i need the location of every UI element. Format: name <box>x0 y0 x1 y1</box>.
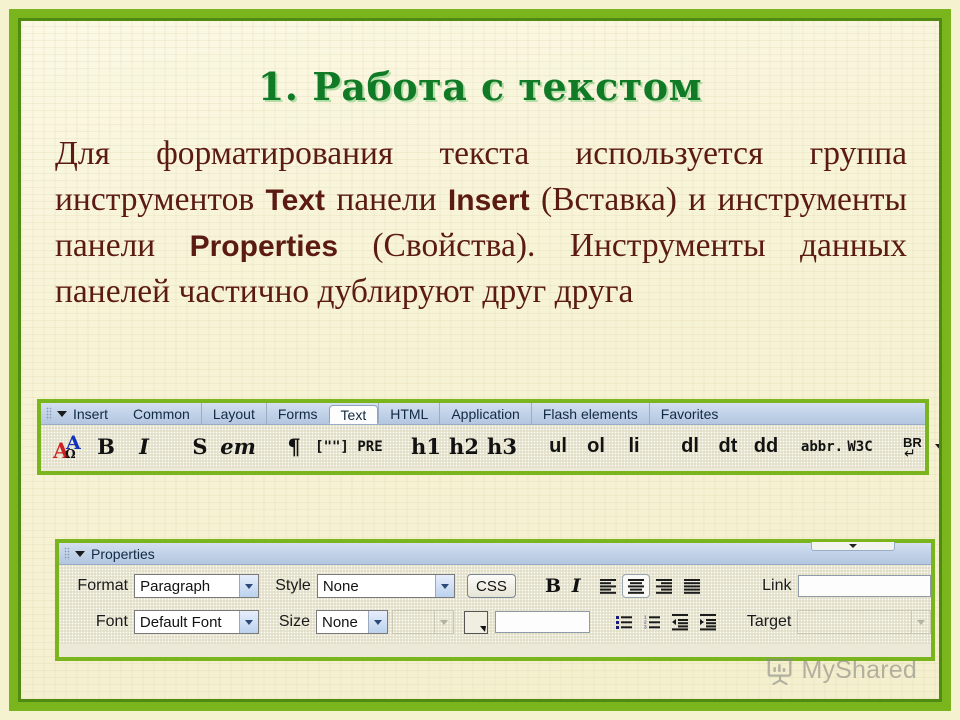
ordered-list-button[interactable]: ol <box>581 431 611 463</box>
blockquote-button[interactable]: [""] <box>315 431 349 463</box>
list-item-button[interactable]: li <box>619 431 649 463</box>
size-select-value: None <box>321 613 358 631</box>
size-select[interactable]: None <box>315 610 388 634</box>
style-label: Style <box>275 577 311 594</box>
chevron-down-icon[interactable] <box>910 611 930 633</box>
indent-icon[interactable] <box>694 610 722 634</box>
italic-button[interactable]: I <box>565 575 588 597</box>
body-segment-2: панели <box>324 180 448 218</box>
style-select[interactable]: None <box>316 574 456 598</box>
triangle-down-icon[interactable] <box>75 550 85 557</box>
align-justify-icon[interactable] <box>678 574 706 598</box>
term-properties: Properties <box>189 229 338 263</box>
preformatted-button[interactable]: PRE <box>355 431 385 463</box>
chevron-down-icon[interactable] <box>434 611 453 633</box>
definition-desc-button[interactable]: dd <box>751 431 781 463</box>
svg-text:3: 3 <box>644 624 647 629</box>
properties-panel-title: Properties <box>91 545 155 562</box>
font-label: Font <box>95 613 128 630</box>
unordered-list-icon[interactable] <box>610 610 638 634</box>
properties-row-format: Format Paragraph Style None CSS B I Link <box>59 572 932 600</box>
body-paragraph: Для форматирования текста используется г… <box>55 131 907 315</box>
text-color-input[interactable] <box>494 611 591 633</box>
format-label: Format <box>77 577 129 594</box>
triangle-down-icon[interactable] <box>57 410 67 417</box>
heading1-button[interactable]: h1 <box>411 431 441 463</box>
heading2-button[interactable]: h2 <box>449 431 479 463</box>
font-select-value: Default Font <box>139 613 222 631</box>
insert-panel: Insert Common Layout Forms Text HTML Applicat… <box>37 399 939 475</box>
insert-tab-layout[interactable]: Layout <box>200 403 266 424</box>
line-break-icon[interactable]: BR ↵ <box>901 431 939 463</box>
align-left-icon[interactable] <box>594 574 622 598</box>
ordered-list-icon[interactable]: 123 <box>638 610 666 634</box>
target-label: Target <box>746 613 792 630</box>
insert-panel-title: Insert <box>73 405 109 422</box>
insert-panel-titlebar[interactable]: Insert Common Layout Forms Text HTML Applicat… <box>41 403 925 425</box>
link-input[interactable] <box>797 575 932 597</box>
align-right-icon[interactable] <box>650 574 678 598</box>
slide-green-border: 1. Работа с текстом Для форматирования т… <box>9 9 951 711</box>
bold-button[interactable]: B <box>91 431 121 463</box>
properties-body: Format Paragraph Style None CSS B I Link <box>59 565 932 644</box>
font-select[interactable]: Default Font <box>133 610 259 634</box>
text-color-swatch[interactable] <box>464 610 488 634</box>
definition-term-button[interactable]: dt <box>713 431 743 463</box>
outdent-icon[interactable] <box>666 610 694 634</box>
insert-tab-favorites[interactable]: Favorites <box>648 403 730 424</box>
panel-handle-arrow-icon[interactable] <box>811 542 895 551</box>
chevron-down-icon[interactable] <box>238 611 258 633</box>
format-select-value: Paragraph <box>140 577 211 595</box>
acronym-button[interactable]: W3C <box>845 431 875 463</box>
slide: 1. Работа с текстом Для форматирования т… <box>0 0 960 720</box>
term-insert: Insert <box>447 183 530 217</box>
size-label: Size <box>278 613 310 630</box>
insert-tab-html[interactable]: HTML <box>378 403 439 424</box>
format-select[interactable]: Paragraph <box>134 574 260 598</box>
link-label: Link <box>762 577 792 594</box>
alignment-group <box>594 574 706 598</box>
insert-tab-text[interactable]: Text <box>328 405 379 424</box>
insert-tab-application[interactable]: Application <box>439 403 531 424</box>
properties-row-font: Font Default Font Size None 1 2 3 Target <box>59 608 931 636</box>
paragraph-button[interactable]: ¶ <box>279 431 309 463</box>
list-button-group: 123 <box>610 610 722 634</box>
chevron-down-icon[interactable] <box>239 575 259 597</box>
insert-tab-common[interactable]: Common <box>122 403 201 424</box>
insert-tab-forms[interactable]: Forms <box>265 403 329 424</box>
drag-gripper-icon[interactable] <box>46 407 52 420</box>
term-text: Text <box>265 183 325 217</box>
emphasis-button[interactable]: em <box>220 431 256 463</box>
watermark-text: MyShared <box>801 655 917 684</box>
italic-button[interactable]: I <box>129 431 159 463</box>
page-title: 1. Работа с текстом <box>257 64 703 109</box>
insert-tabstrip: Common Layout Forms Text HTML Application Flas… <box>122 403 729 424</box>
style-select-value: None <box>322 577 359 595</box>
properties-panel: Properties Format Paragraph Style None C… <box>55 539 935 661</box>
bold-button[interactable]: B <box>542 575 565 597</box>
strong-button[interactable]: S <box>185 431 215 463</box>
chevron-down-icon[interactable] <box>367 611 387 633</box>
watermark: MyShared <box>765 655 917 685</box>
definition-list-button[interactable]: dl <box>675 431 705 463</box>
align-center-icon[interactable] <box>621 574 650 598</box>
slide-canvas: 1. Работа с текстом Для форматирования т… <box>18 18 942 702</box>
presentation-screen-icon <box>766 658 794 685</box>
insert-toolbar: A A Ω B I Sem ¶ [""] PRE h1 h2 h3 ul ol li dl dt dd abbr. W… <box>41 425 939 468</box>
insert-tab-flash-elements[interactable]: Flash elements <box>530 403 649 424</box>
target-select[interactable] <box>797 610 931 634</box>
properties-panel-titlebar[interactable]: Properties <box>59 542 931 565</box>
abbreviation-button[interactable]: abbr. <box>801 431 843 463</box>
css-button[interactable]: CSS <box>467 574 516 598</box>
size-unit-select[interactable] <box>391 610 455 634</box>
chevron-down-icon[interactable] <box>435 575 455 597</box>
unordered-list-button[interactable]: ul <box>543 431 573 463</box>
characters-icon[interactable]: AAΩ <box>53 431 83 463</box>
heading3-button[interactable]: h3 <box>487 431 517 463</box>
drag-gripper-icon[interactable] <box>64 547 70 560</box>
